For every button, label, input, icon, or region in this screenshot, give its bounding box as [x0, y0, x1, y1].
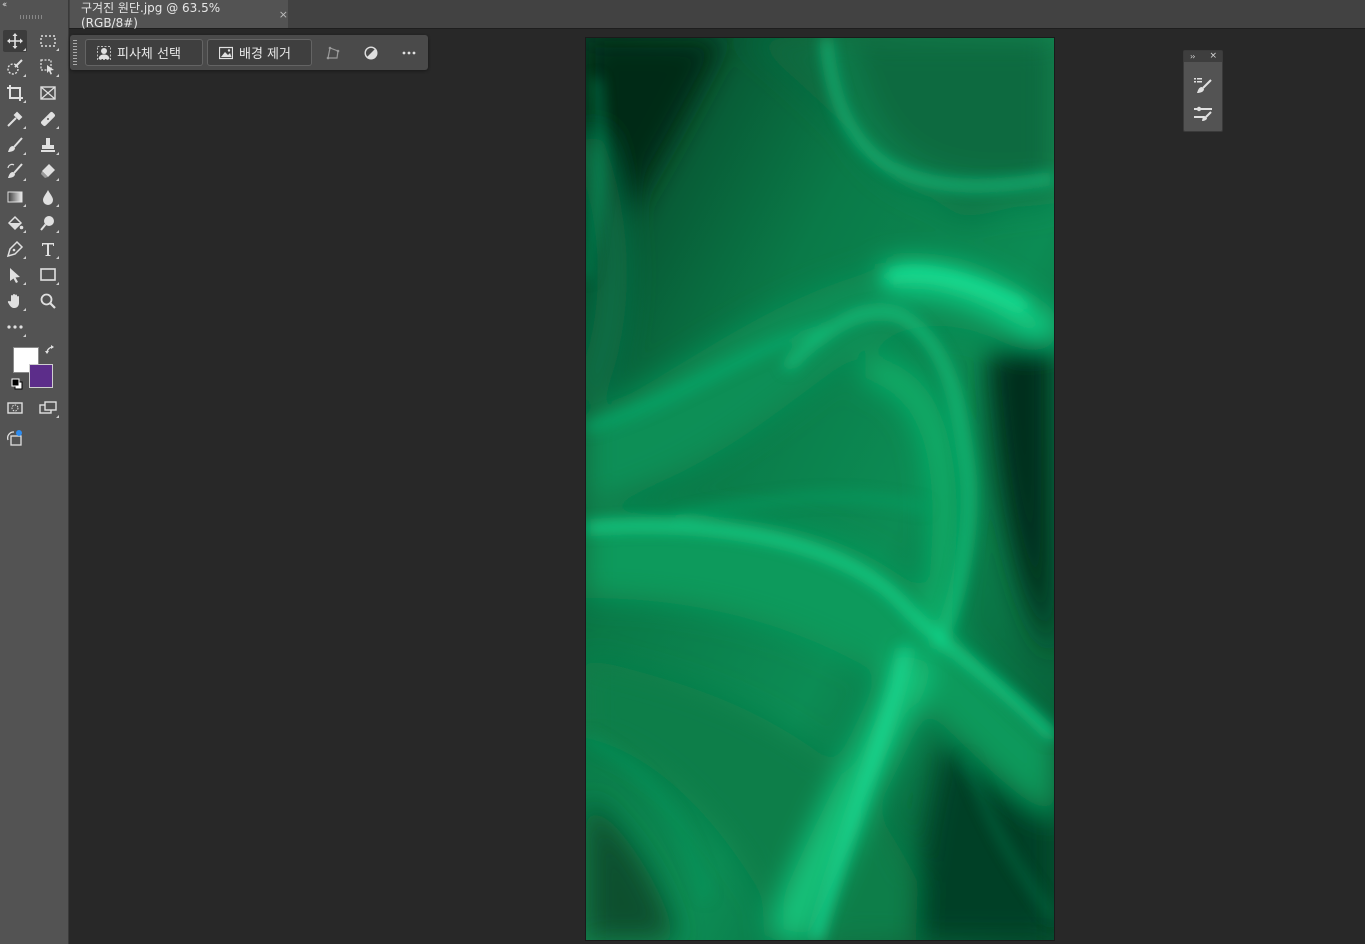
- blur-tool[interactable]: [36, 186, 60, 208]
- clone-stamp-tool[interactable]: [36, 134, 60, 156]
- swap-colors-icon[interactable]: [45, 345, 57, 357]
- brush-icon: [8, 137, 23, 152]
- eraser-tool[interactable]: [36, 160, 60, 182]
- expand-panels-icon[interactable]: ››: [1190, 51, 1196, 62]
- toolbar-grip[interactable]: [20, 15, 42, 19]
- transform-icon: [326, 46, 340, 60]
- eyedropper-tool[interactable]: [3, 108, 27, 130]
- document-tab-bar: 구겨진 원단.jpg @ 63.5% (RGB/8#) ×: [69, 0, 1365, 30]
- paint-bucket-icon: [7, 215, 24, 231]
- gradient-tool[interactable]: [3, 186, 27, 208]
- crop-icon: [7, 85, 23, 101]
- paint-bucket-tool[interactable]: [3, 212, 27, 234]
- marquee-icon: [40, 35, 56, 47]
- quick-selection-tool[interactable]: [3, 56, 27, 78]
- document-tab-title: 구겨진 원단.jpg @ 63.5% (RGB/8#): [81, 0, 221, 30]
- remove-background-button[interactable]: 배경 제거: [207, 39, 312, 66]
- crop-tool[interactable]: [3, 82, 27, 104]
- remove-background-label: 배경 제거: [239, 47, 291, 62]
- brush-settings-icon: [1194, 78, 1212, 93]
- frame-tool[interactable]: [36, 82, 60, 104]
- rectangle-icon: [40, 268, 56, 281]
- document-canvas[interactable]: [586, 38, 1054, 940]
- adjust-button[interactable]: [361, 43, 381, 63]
- edit-toolbar-button[interactable]: [3, 316, 27, 338]
- document-tab[interactable]: 구겨진 원단.jpg @ 63.5% (RGB/8#) ×: [70, 0, 288, 30]
- panel-dock-header: ›› ×: [1184, 51, 1222, 62]
- close-panel-icon[interactable]: ×: [1209, 51, 1217, 62]
- more-icon: [402, 51, 416, 55]
- pen-tool[interactable]: [3, 238, 27, 260]
- generative-fill-button[interactable]: [3, 427, 27, 449]
- generative-fill-icon: [7, 430, 22, 446]
- select-subject-label: 피사체 선택: [117, 47, 181, 62]
- edit-toolbar-icon: [7, 325, 23, 329]
- adjust-icon: [364, 46, 378, 60]
- path-selection-icon: [10, 268, 20, 283]
- hand-tool[interactable]: [3, 290, 27, 312]
- default-colors-icon[interactable]: [11, 378, 23, 390]
- transform-button[interactable]: [323, 43, 343, 63]
- green-satin-image: [586, 38, 1054, 940]
- brush-settings-button[interactable]: [1192, 75, 1214, 97]
- history-brush-tool[interactable]: [3, 160, 27, 182]
- move-tool[interactable]: [3, 30, 27, 52]
- collapse-toolbar-button[interactable]: ‹‹: [2, 0, 7, 10]
- rectangle-tool[interactable]: [36, 264, 60, 286]
- quick-mask-icon: [7, 402, 23, 414]
- clone-stamp-icon: [41, 138, 55, 152]
- quick-mask-button[interactable]: [3, 397, 27, 419]
- hand-icon: [7, 294, 19, 308]
- gradient-icon: [7, 191, 23, 203]
- zoom-tool[interactable]: [36, 290, 60, 312]
- image-icon: [219, 46, 233, 59]
- type-icon: [42, 243, 54, 256]
- eraser-icon: [41, 164, 55, 178]
- zoom-icon: [40, 293, 56, 309]
- object-selection-tool[interactable]: [36, 56, 60, 78]
- contextual-task-bar: 피사체 선택 배경 제거: [70, 35, 428, 70]
- healing-brush-icon: [41, 112, 55, 126]
- tools-panel: ‹‹: [0, 0, 69, 944]
- object-selection-icon: [40, 59, 54, 75]
- dodge-icon: [40, 216, 54, 231]
- move-icon: [7, 33, 23, 49]
- path-selection-tool[interactable]: [3, 264, 27, 286]
- collapsed-panel-dock: ›› ×: [1183, 50, 1223, 132]
- close-document-icon[interactable]: ×: [279, 8, 288, 21]
- screen-mode-icon: [39, 401, 57, 414]
- more-options-button[interactable]: [399, 43, 419, 63]
- eyedropper-icon: [7, 111, 23, 127]
- blur-icon: [43, 190, 53, 205]
- brush-presets-button[interactable]: [1192, 103, 1214, 125]
- dodge-tool[interactable]: [36, 212, 60, 234]
- pen-icon: [6, 240, 24, 258]
- quick-selection-icon: [7, 59, 23, 75]
- history-brush-icon: [7, 163, 23, 178]
- person-icon: [97, 45, 111, 60]
- taskbar-drag-handle[interactable]: [73, 40, 77, 65]
- select-subject-button[interactable]: 피사체 선택: [85, 39, 203, 66]
- background-color-swatch[interactable]: [29, 364, 53, 388]
- frame-icon: [40, 86, 56, 100]
- type-tool[interactable]: [36, 238, 60, 260]
- brush-tool[interactable]: [3, 134, 27, 156]
- marquee-tool[interactable]: [36, 30, 60, 52]
- brush-presets-icon: [1194, 106, 1212, 121]
- screen-mode-button[interactable]: [36, 397, 60, 419]
- healing-brush-tool[interactable]: [36, 108, 60, 130]
